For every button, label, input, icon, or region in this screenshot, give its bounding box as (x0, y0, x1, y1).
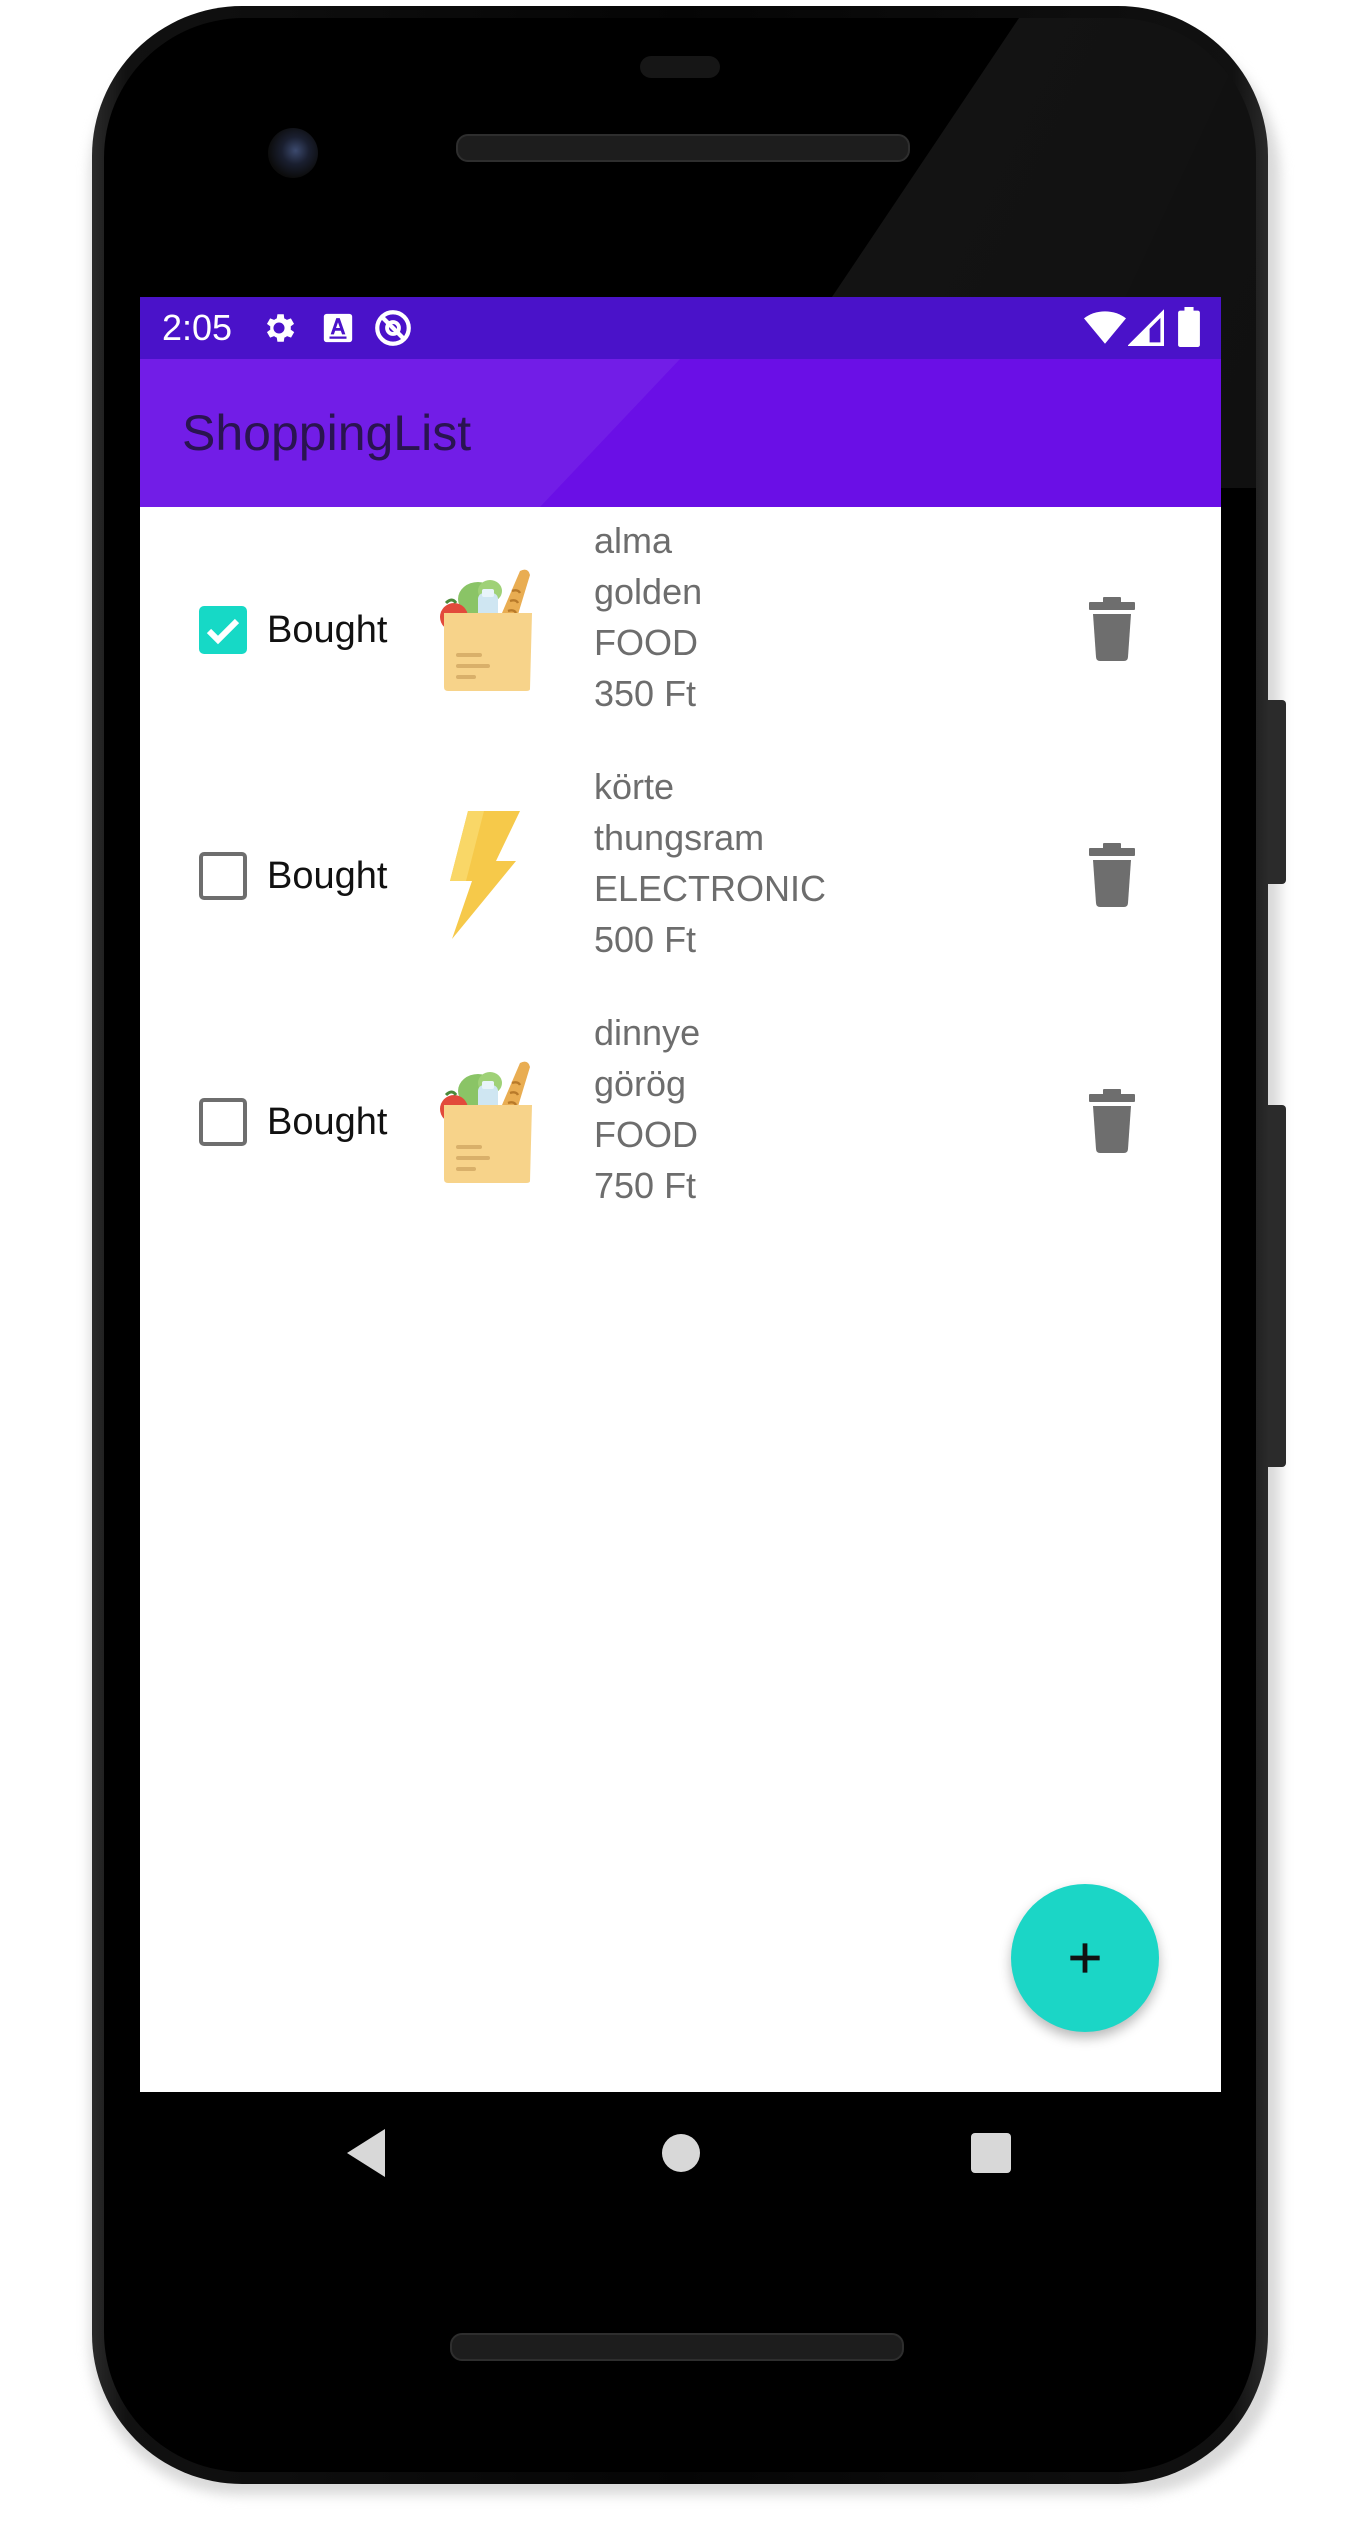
bought-label: Bought (267, 1101, 388, 1143)
delete-icon[interactable] (1089, 1089, 1135, 1153)
item-details: alma golden FOOD 350 Ft (594, 515, 702, 719)
bought-label: Bought (267, 855, 388, 897)
checkmark-icon (206, 618, 240, 645)
item-category: FOOD (594, 622, 698, 663)
item-details: dinnye görög FOOD 750 Ft (594, 1007, 700, 1211)
lightning-icon (450, 811, 520, 939)
item-name: alma (594, 520, 673, 561)
front-camera (268, 128, 318, 178)
list-item: Bought körte thungsram ELECTRONIC 500 Ft (140, 753, 1221, 999)
proximity-sensor (640, 56, 720, 78)
signal-icon (1128, 309, 1164, 346)
item-details: körte thungsram ELECTRONIC 500 Ft (594, 761, 826, 965)
item-description: thungsram (594, 817, 765, 858)
app-title: ShoppingList (182, 405, 472, 461)
list-item: Bought alma golden FOOD 350 Ft (140, 507, 1221, 753)
bought-checkbox[interactable] (199, 1098, 247, 1146)
earpiece-speaker (456, 134, 910, 162)
delete-icon[interactable] (1089, 843, 1135, 907)
item-category: ELECTRONIC (594, 868, 827, 909)
item-name: körte (594, 766, 675, 807)
bottom-speaker (450, 2333, 904, 2361)
grocery-bag-icon (440, 569, 532, 691)
back-icon[interactable] (347, 2129, 385, 2177)
status-bar: 2:05 (140, 297, 1221, 359)
bought-label: Bought (267, 609, 388, 651)
plus-icon (1070, 1943, 1100, 1973)
bought-checkbox[interactable] (199, 606, 247, 654)
gear-icon (266, 314, 295, 342)
item-price: 750 Ft (594, 1165, 697, 1206)
app-screen: 2:05 ShoppingList Bought alma golden FOO… (140, 297, 1221, 2092)
bought-checkbox[interactable] (199, 852, 247, 900)
item-price: 500 Ft (594, 919, 697, 960)
add-item-button[interactable] (1011, 1884, 1159, 2032)
item-name: dinnye (594, 1012, 701, 1053)
item-category: FOOD (594, 1114, 698, 1155)
no-disturb-icon (375, 310, 411, 346)
recents-icon[interactable] (971, 2133, 1011, 2173)
list-item: Bought dinnye görög FOOD 750 Ft (140, 999, 1221, 1245)
wifi-icon (1084, 311, 1126, 344)
home-icon[interactable] (662, 2134, 700, 2172)
item-price: 350 Ft (594, 673, 697, 714)
item-description: golden (594, 571, 703, 612)
app-bar: ShoppingList (140, 359, 1221, 507)
grocery-bag-icon (440, 1061, 532, 1183)
item-description: görög (594, 1063, 687, 1104)
battery-icon (1178, 307, 1200, 347)
a-text-icon (323, 313, 353, 343)
delete-icon[interactable] (1089, 597, 1135, 661)
status-time: 2:05 (162, 307, 233, 348)
